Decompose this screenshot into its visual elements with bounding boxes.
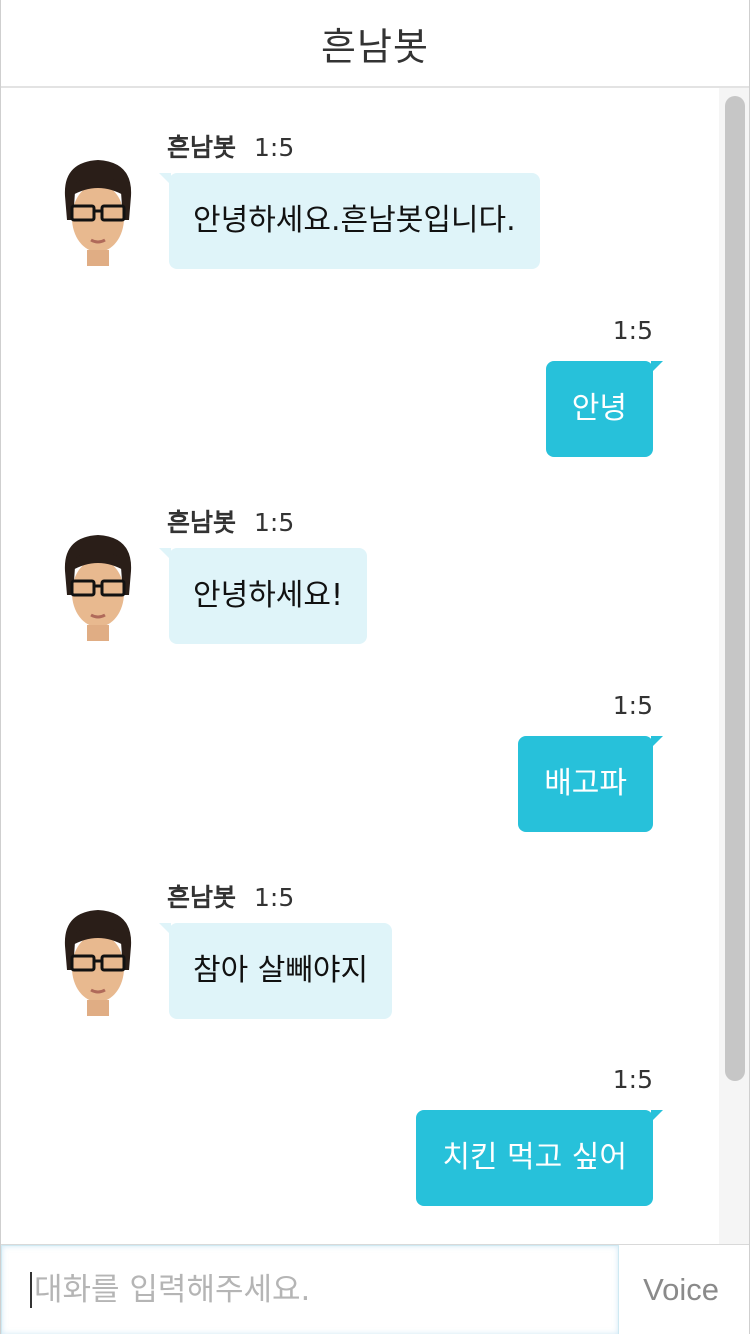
sender-name: 흔남봇 [167,883,237,912]
voice-button[interactable]: Voice [643,1245,719,1334]
bot-bubble: 참아 살빼야지 [158,923,393,1019]
message-time: 1:5 [254,133,295,162]
bot-message: 흔남봇 1:5 안녕하세요! [1,503,701,648]
message-meta: 흔남봇 1:5 [167,503,294,539]
page-title: 흔남봇 [321,24,429,69]
message-time: 1:5 [254,508,295,537]
message-meta: 흔남봇 1:5 [167,128,294,164]
bot-bubble: 안녕하세요.흔남봇입니다. [159,173,540,269]
bot-avatar [64,910,132,1016]
header: 흔남봇 [1,0,749,88]
message-time: 1:5 [254,883,295,912]
bot-avatar [64,160,132,266]
bot-message: 흔남봇 1:5 참아 살빼야지 [1,878,701,1023]
user-bubble: 안녕 [545,361,664,457]
user-message: 1:5 배고파 [253,691,663,836]
message-input[interactable] [32,1271,596,1309]
sender-name: 흔남봇 [167,508,237,537]
user-bubble: 배고파 [518,736,663,832]
input-bar: Voice [1,1244,749,1334]
user-bubble: 치킨 먹고 싶어 [416,1110,663,1206]
scrollbar-track[interactable] [719,88,749,1244]
message-time: 1:5 [612,691,653,720]
user-message: 1:5 안녕 [253,316,664,461]
message-input-box[interactable] [1,1245,619,1334]
scrollbar-thumb[interactable] [725,96,745,1081]
message-meta: 흔남봇 1:5 [167,878,294,914]
message-time: 1:5 [612,1065,653,1094]
bot-message: 흔남봇 1:5 안녕하세요.흔남봇입니다. [1,128,701,273]
bot-bubble: 안녕하세요! [158,548,368,644]
sender-name: 흔남봇 [167,133,237,162]
message-time: 1:5 [612,316,653,345]
bot-avatar [64,535,132,641]
chat-area[interactable]: 흔남봇 1:5 안녕하세요.흔남봇입니다. 1:5 안녕 흔남봇 1:5 안녕하… [1,88,749,1244]
user-message: 1:5 치킨 먹고 싶어 [253,1065,663,1210]
chat-app: 흔남봇 흔남봇 1:5 안녕하세요.흔남봇입니다. 1:5 안녕 흔남봇 1:5… [0,0,750,1334]
